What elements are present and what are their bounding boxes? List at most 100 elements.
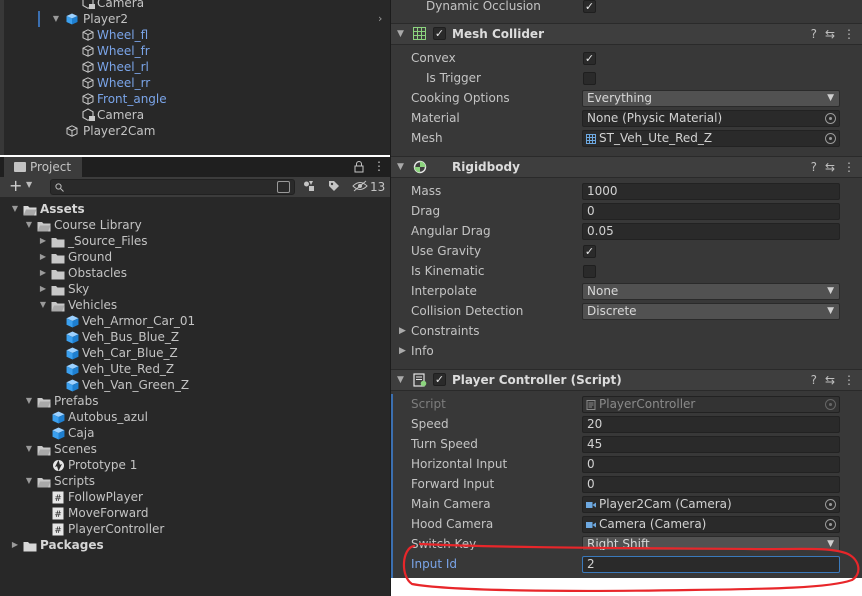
convex-checkbox[interactable]: ✓ xyxy=(583,52,596,65)
collapse-arrow-icon[interactable]: ▶ xyxy=(10,537,20,553)
project-tree-item[interactable]: # MoveForward xyxy=(0,505,392,521)
more-options-icon[interactable]: ⋮ xyxy=(843,160,855,174)
project-tree-item[interactable]: Veh_Ute_Red_Z xyxy=(0,361,392,377)
mesh-collider-header[interactable]: ▼ ✓ Mesh Collider ? ⇆ ⋮ xyxy=(391,23,862,45)
collapse-arrow-icon[interactable]: ▶ xyxy=(38,281,48,297)
project-tree-item[interactable]: Prototype 1 xyxy=(0,457,392,473)
tab-project[interactable]: Project xyxy=(4,157,82,177)
rigidbody-header[interactable]: ▼ Rigidbody ? ⇆ ⋮ xyxy=(391,156,862,178)
project-tree-item[interactable]: ▶ Ground xyxy=(0,249,392,265)
help-icon[interactable]: ? xyxy=(811,27,817,41)
filter-by-label-icon[interactable] xyxy=(328,180,340,192)
collapse-arrow-icon[interactable]: ▶ xyxy=(38,249,48,265)
project-tree-item[interactable]: Veh_Van_Green_Z xyxy=(0,377,392,393)
hidden-packages-icon[interactable] xyxy=(352,180,368,192)
project-search-input[interactable] xyxy=(50,179,295,195)
add-plus-icon[interactable]: + xyxy=(9,177,22,195)
chevron-right-icon[interactable]: › xyxy=(378,11,382,27)
fold-arrow-right-icon[interactable]: ▶ xyxy=(399,341,406,361)
hierarchy-item[interactable]: Player2Cam xyxy=(0,123,392,139)
object-picker-icon[interactable] xyxy=(825,133,836,144)
expand-arrow-icon[interactable]: ▼ xyxy=(24,393,34,409)
project-tree-item[interactable]: ▶ Sky xyxy=(0,281,392,297)
hierarchy-item[interactable]: Front_angle xyxy=(0,91,392,107)
project-tree-item[interactable]: ▶ Packages xyxy=(0,537,392,553)
rigidbody-title: Rigidbody xyxy=(452,160,520,174)
more-options-icon[interactable]: ⋮ xyxy=(843,373,855,387)
project-tree-item[interactable]: # PlayerController xyxy=(0,521,392,537)
project-tree-item[interactable]: ▼ Assets xyxy=(0,201,392,217)
use-gravity-checkbox[interactable]: ✓ xyxy=(583,245,596,258)
project-tree-item[interactable]: ▼ Scenes xyxy=(0,441,392,457)
expand-arrow-icon[interactable]: ▼ xyxy=(38,297,48,313)
turn-speed-input[interactable]: 45 xyxy=(582,436,840,453)
help-icon[interactable]: ? xyxy=(811,373,817,387)
horizontal-input-field[interactable]: 0 xyxy=(582,456,840,473)
fold-arrow-icon[interactable]: ▼ xyxy=(397,370,404,390)
search-by-type-icon[interactable] xyxy=(277,181,290,193)
chevron-down-icon[interactable]: ▼ xyxy=(26,180,32,189)
object-picker-icon[interactable] xyxy=(825,519,836,530)
project-tree-item[interactable]: Veh_Car_Blue_Z xyxy=(0,345,392,361)
expand-arrow-icon[interactable]: ▼ xyxy=(51,11,61,27)
object-picker-icon[interactable] xyxy=(825,499,836,510)
project-tree-item[interactable]: ▶ Obstacles xyxy=(0,265,392,281)
is-trigger-checkbox[interactable] xyxy=(583,72,596,85)
expand-arrow-icon[interactable]: ▼ xyxy=(24,441,34,457)
material-field[interactable]: None (Physic Material) xyxy=(582,110,840,127)
project-tree-item[interactable]: ▼ Prefabs xyxy=(0,393,392,409)
more-options-icon[interactable]: ⋮ xyxy=(843,27,855,41)
more-options-icon[interactable]: ⋮ xyxy=(373,159,385,173)
presets-icon[interactable]: ⇆ xyxy=(825,373,835,387)
is-kinematic-checkbox[interactable] xyxy=(583,265,596,278)
lock-icon[interactable] xyxy=(354,161,364,173)
project-tree-item[interactable]: ▼ Scripts xyxy=(0,473,392,489)
collision-detection-dropdown[interactable]: Discrete ▼ xyxy=(582,303,840,320)
fold-arrow-right-icon[interactable]: ▶ xyxy=(399,321,406,341)
filter-by-type-icon[interactable] xyxy=(303,180,315,192)
player-controller-header[interactable]: ▼ ✓ Player Controller (Script) ? ⇆ ⋮ xyxy=(391,369,862,391)
mesh-field[interactable]: ST_Veh_Ute_Red_Z xyxy=(582,130,840,147)
expand-arrow-icon[interactable]: ▼ xyxy=(10,201,20,217)
collapse-arrow-icon[interactable]: ▶ xyxy=(38,265,48,281)
info-row[interactable]: ▶ Info xyxy=(391,341,862,361)
dynamic-occlusion-checkbox[interactable]: ✓ xyxy=(583,0,596,13)
fold-arrow-icon[interactable]: ▼ xyxy=(397,24,404,44)
cooking-options-dropdown[interactable]: Everything ▼ xyxy=(582,90,840,107)
project-tree-item[interactable]: Veh_Armor_Car_01 xyxy=(0,313,392,329)
main-camera-field[interactable]: Player2Cam (Camera) xyxy=(582,496,840,513)
project-tree-item[interactable]: ▼ Course Library xyxy=(0,217,392,233)
project-tree-item[interactable]: Veh_Bus_Blue_Z xyxy=(0,329,392,345)
project-tree-item[interactable]: ▶ _Source_Files xyxy=(0,233,392,249)
fold-arrow-icon[interactable]: ▼ xyxy=(397,157,404,177)
project-tree-item[interactable]: Autobus_azul xyxy=(0,409,392,425)
presets-icon[interactable]: ⇆ xyxy=(825,160,835,174)
forward-input-row: Forward Input 0 xyxy=(391,474,862,494)
hierarchy-item[interactable]: Camera xyxy=(0,0,392,11)
hierarchy-item[interactable]: Wheel_rr xyxy=(0,75,392,91)
constraints-row[interactable]: ▶ Constraints xyxy=(391,321,862,341)
help-icon[interactable]: ? xyxy=(811,160,817,174)
mass-input[interactable]: 1000 xyxy=(582,183,840,200)
mesh-collider-enabled-checkbox[interactable]: ✓ xyxy=(433,27,446,40)
hierarchy-item[interactable]: Wheel_fr xyxy=(0,43,392,59)
forward-input-field[interactable]: 0 xyxy=(582,476,840,493)
collapse-arrow-icon[interactable]: ▶ xyxy=(38,233,48,249)
object-picker-icon[interactable] xyxy=(825,113,836,124)
hierarchy-item-player2[interactable]: ▼ Player2 › xyxy=(0,11,392,27)
hierarchy-item[interactable]: Wheel_rl xyxy=(0,59,392,75)
interpolate-dropdown[interactable]: None ▼ xyxy=(582,283,840,300)
hierarchy-item[interactable]: Wheel_fl xyxy=(0,27,392,43)
expand-arrow-icon[interactable]: ▼ xyxy=(24,473,34,489)
speed-input[interactable]: 20 xyxy=(582,416,840,433)
expand-arrow-icon[interactable]: ▼ xyxy=(24,217,34,233)
angular-drag-input[interactable]: 0.05 xyxy=(582,223,840,240)
project-tree-item[interactable]: # FollowPlayer xyxy=(0,489,392,505)
player-controller-enabled-checkbox[interactable]: ✓ xyxy=(433,373,446,386)
hierarchy-item[interactable]: Camera xyxy=(0,107,392,123)
project-tree-item[interactable]: ▼ Vehicles xyxy=(0,297,392,313)
drag-input[interactable]: 0 xyxy=(582,203,840,220)
hood-camera-field[interactable]: Camera (Camera) xyxy=(582,516,840,533)
presets-icon[interactable]: ⇆ xyxy=(825,27,835,41)
project-tree-item[interactable]: Caja xyxy=(0,425,392,441)
